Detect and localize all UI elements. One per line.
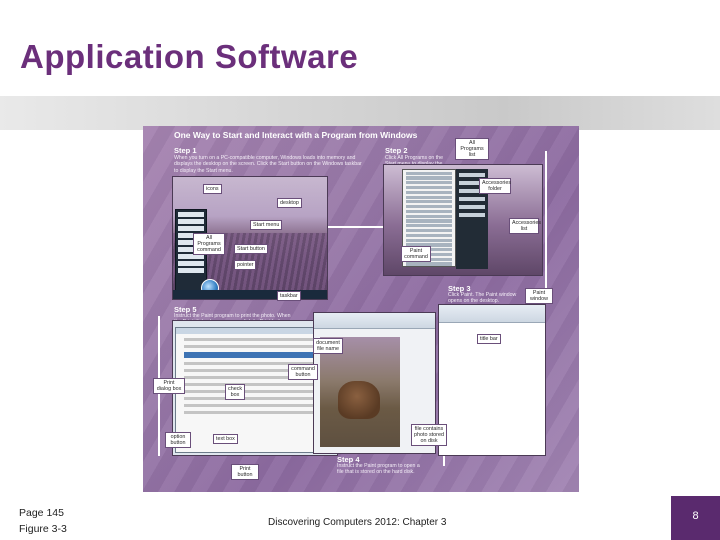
callout-print-dialog-box: Print dialog box xyxy=(153,378,185,394)
arrow-step3-step4 xyxy=(443,456,445,466)
callout-text-box: text box xyxy=(213,434,238,444)
callout-paint-window: Paint window xyxy=(525,288,553,304)
callout-start-menu: Start menu xyxy=(250,220,283,230)
bison-image xyxy=(338,381,380,419)
figure-reference: Figure 3-3 xyxy=(19,523,67,535)
step-2-title: Step 2 xyxy=(385,146,408,155)
callout-all-programs-command: All Programs command xyxy=(193,233,225,255)
footer-references: Page 145 Figure 3-3 xyxy=(19,505,67,537)
figure-program-interaction: One Way to Start and Interact with a Pro… xyxy=(143,126,579,492)
paint-ribbon xyxy=(314,313,435,329)
callout-title-bar: title bar xyxy=(477,334,501,344)
paint-window-screenshot xyxy=(438,304,546,456)
callout-command-button: command button xyxy=(288,364,318,380)
callout-paint-command: Paint command xyxy=(401,246,431,262)
taskbar xyxy=(173,290,327,299)
callout-start-button: Start button xyxy=(234,244,268,254)
callout-all-programs-list: All Programs list xyxy=(455,138,489,160)
print-dialog xyxy=(175,327,335,453)
paint-window-ribbon xyxy=(439,305,545,323)
step-1-text: When you turn on a PC-compatible compute… xyxy=(174,155,362,174)
step-4-text: Instruct the Paint program to open a fil… xyxy=(337,463,420,476)
callout-document-file-name: document file name xyxy=(313,338,343,354)
callout-file-contains-photo: file contains photo stored on disk xyxy=(411,424,447,446)
step-1-title: Step 1 xyxy=(174,146,197,155)
callout-pointer: pointer xyxy=(234,260,257,270)
page-reference: Page 145 xyxy=(19,507,64,519)
footer-course-title: Discovering Computers 2012: Chapter 3 xyxy=(268,517,447,528)
callout-accessories-folder: Accessories folder xyxy=(479,178,511,194)
slide-title: Application Software xyxy=(20,38,359,75)
callout-print-button: Print button xyxy=(231,464,259,480)
step-3-text: Click Paint. The Paint window opens on t… xyxy=(448,292,517,305)
slide-number-badge: 8 xyxy=(671,496,720,540)
callout-accessories-list: Accessories list xyxy=(509,218,541,234)
arrow-step1-step2 xyxy=(328,226,383,228)
callout-taskbar: taskbar xyxy=(277,291,301,301)
arrow-step2-step3 xyxy=(545,151,547,301)
figure-heading: One Way to Start and Interact with a Pro… xyxy=(174,130,418,140)
callout-desktop: desktop xyxy=(277,198,302,208)
title-band xyxy=(0,96,720,130)
callout-icons: icons xyxy=(203,184,222,194)
callout-check-box: check box xyxy=(225,384,245,400)
callout-option-button: option button xyxy=(165,432,191,448)
